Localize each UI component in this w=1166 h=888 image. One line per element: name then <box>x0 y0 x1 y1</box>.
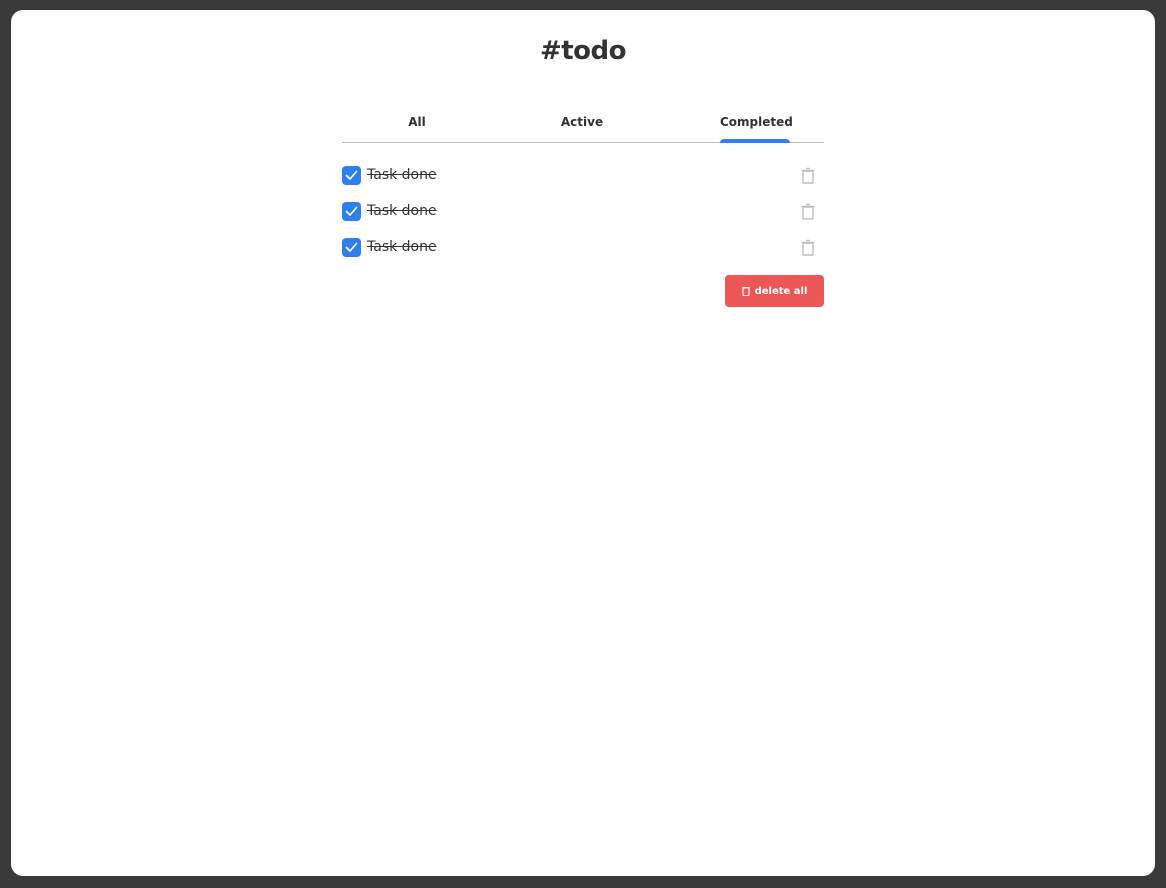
delete-all-button[interactable]: delete all <box>725 275 824 307</box>
trash-icon <box>741 286 750 296</box>
task-list: Task done Task done Task done <box>342 157 824 265</box>
task-item: Task done <box>342 193 824 229</box>
filter-tabs: All Active Completed <box>342 110 824 143</box>
task-item: Task done <box>342 157 824 193</box>
task-checkbox[interactable] <box>342 201 361 221</box>
app-window: #todo All Active Completed Task done Tas… <box>11 10 1155 876</box>
tab-all[interactable]: All <box>342 110 492 142</box>
check-icon <box>345 170 358 180</box>
check-icon <box>345 242 358 252</box>
task-label: Task done <box>367 167 437 183</box>
task-checkbox[interactable] <box>342 165 361 185</box>
check-icon <box>345 206 358 216</box>
task-item: Task done <box>342 229 824 265</box>
task-label: Task done <box>367 203 437 219</box>
trash-icon[interactable] <box>800 239 816 257</box>
page-title: #todo <box>539 36 627 66</box>
tab-selected-indicator <box>720 139 790 143</box>
delete-all-label: delete all <box>754 285 808 297</box>
task-checkbox[interactable] <box>342 237 361 257</box>
trash-icon[interactable] <box>800 167 816 185</box>
tab-active[interactable]: Active <box>507 110 657 142</box>
trash-icon[interactable] <box>800 203 816 221</box>
task-label: Task done <box>367 239 437 255</box>
tab-completed[interactable]: Completed <box>720 110 793 142</box>
